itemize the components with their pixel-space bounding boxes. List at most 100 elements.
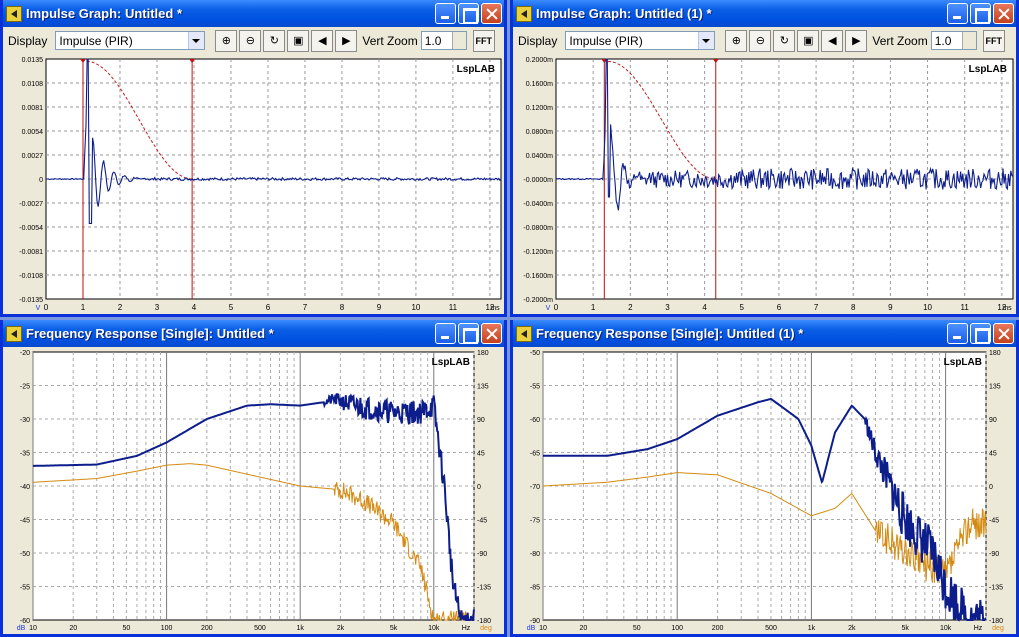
zoom-out-icon[interactable]: ⊖ [239,29,262,52]
x-tick-label: 3 [155,303,160,312]
prev-icon[interactable]: ◀ [311,29,334,52]
next-icon[interactable]: ▶ [335,29,358,52]
fft-button[interactable]: FFT [472,29,495,52]
y2-tick-label: 180 [477,350,489,357]
minimize-icon[interactable] [947,323,968,344]
display-label: Display [518,33,558,48]
x-tick-label: 500 [254,625,266,632]
close-icon[interactable] [993,3,1014,24]
close-icon[interactable] [481,3,502,24]
close-icon[interactable] [993,323,1014,344]
y-tick-label: 0.0108 [22,81,44,88]
close-icon[interactable] [481,323,502,344]
y2-tick-label: 0 [477,484,481,491]
impulse-plot-area[interactable]: 0 1 2 3 4 5 6 7 8 9 10 11 12 ms V 0.0135 0.0108 0.0081 0.0… [3,54,504,314]
frequency-window-1: Frequency Response [Single]: Untitled * … [0,320,507,637]
vert-zoom-input[interactable]: 1.0 [420,31,467,50]
x-tick-label: 10 [923,303,932,312]
vert-zoom-input[interactable]: 1.0 [930,31,977,50]
maximize-icon[interactable] [458,3,479,24]
minimize-icon[interactable] [435,323,456,344]
maximize-icon[interactable] [458,323,479,344]
y-tick-label: 0.0081 [22,105,44,112]
speaker-icon [6,325,22,342]
fft-button[interactable]: FFT [982,29,1005,52]
speaker-icon [516,5,532,22]
y2-tick-label: -90 [989,551,999,558]
y2-axis-label: deg [480,625,492,632]
y2-tick-label: -90 [477,551,487,558]
x-tick-label: 3 [665,303,670,312]
watermark-logo: LspLAB [969,64,1007,75]
next-icon[interactable]: ▶ [845,29,868,52]
x-tick-label: 10k [940,625,952,632]
y-tick-label: 0.1600m [526,81,553,88]
x-axis-label: Hz [974,625,983,632]
zoom-reset-icon[interactable]: ↻ [773,29,796,52]
maximize-icon[interactable] [970,3,991,24]
y-tick-label: 0.1200m [526,105,553,112]
y-axis-label: dB [17,625,26,632]
zoom-fit-icon[interactable]: ▣ [287,29,310,52]
y2-tick-label: -45 [477,518,487,525]
y-tick-label: -0.0400m [523,201,553,208]
x-tick-label: 4 [702,303,707,312]
y-tick-label: -50 [530,350,540,357]
y-tick-label: -0.1600m [523,273,553,280]
y-tick-label: -40 [20,484,30,491]
x-tick-label: 7 [814,303,819,312]
y-tick-label: -55 [530,384,540,391]
minimize-icon[interactable] [947,3,968,24]
x-tick-label: 1k [296,625,304,632]
y-tick-label: 0.0800m [526,129,553,136]
impulse-plot-area[interactable]: 0 1 2 3 4 5 6 7 8 9 10 11 12 ms V 0.2000m 0.1600m 0.1200m… [513,54,1016,314]
zoom-fit-icon[interactable]: ▣ [797,29,820,52]
y-tick-label: -0.0800m [523,225,553,232]
y2-axis-label: deg [992,625,1004,632]
x-tick-label: 1k [808,625,816,632]
zoom-out-icon[interactable]: ⊖ [749,29,772,52]
x-tick-label: 20 [579,625,587,632]
zoom-in-icon[interactable]: ⊕ [725,29,748,52]
watermark-logo: LspLAB [457,64,495,75]
window-title: Frequency Response [Single]: Untitled * [26,326,274,341]
x-tick-label: 50 [122,625,130,632]
title-bar[interactable]: Impulse Graph: Untitled (1) * [513,0,1016,27]
display-select[interactable]: Impulse (PIR) [55,31,206,50]
zoom-in-icon[interactable]: ⊕ [215,29,238,52]
zoom-reset-icon[interactable]: ↻ [263,29,286,52]
x-tick-label: 4 [192,303,197,312]
y2-tick-label: 0 [989,484,993,491]
impulse-toolbar: Display Impulse (PIR) ⊕ ⊖ ↻ ▣ ◀ ▶ Vert Z… [3,27,504,54]
x-tick-label: 5k [390,625,398,632]
x-tick-label: 5k [902,625,910,632]
frequency-plot-area[interactable]: 10 20 50 100 200 500 1k 2k 5k 10k Hz dB deg -20 -25 -30… [3,347,504,634]
y-tick-label: -0.0081 [19,249,43,256]
y-tick-label: -75 [530,518,540,525]
x-tick-label: 100 [671,625,683,632]
frequency-plot-area[interactable]: 10 20 50 100 200 500 1k 2k 5k 10k Hz dB deg -50 -55 -60… [513,347,1016,634]
chevron-down-icon [702,39,711,43]
x-tick-label: 500 [765,625,777,632]
y2-tick-label: 135 [477,384,489,391]
title-bar[interactable]: Frequency Response [Single]: Untitled * [3,320,504,347]
title-bar[interactable]: Impulse Graph: Untitled * [3,0,504,27]
x-tick-label: 1 [81,303,86,312]
y-tick-label: -85 [530,585,540,592]
x-tick-label: 2 [118,303,123,312]
display-select[interactable]: Impulse (PIR) [565,31,716,50]
y-tick-label: -60 [20,618,30,625]
y2-tick-label: -180 [989,618,1003,625]
impulse-toolbar: Display Impulse (PIR) ⊕ ⊖ ↻ ▣ ◀ ▶ Vert Z… [513,27,1016,54]
x-tick-label: 2k [337,625,345,632]
minimize-icon[interactable] [435,3,456,24]
y-tick-label: -50 [20,551,30,558]
x-axis-label: Hz [462,625,471,632]
speaker-icon [516,325,532,342]
vert-zoom-label: Vert Zoom [872,33,928,48]
maximize-icon[interactable] [970,323,991,344]
y-tick-label: -0.0054 [19,225,43,232]
watermark-logo: LspLAB [944,357,982,368]
prev-icon[interactable]: ◀ [821,29,844,52]
title-bar[interactable]: Frequency Response [Single]: Untitled (1… [513,320,1016,347]
